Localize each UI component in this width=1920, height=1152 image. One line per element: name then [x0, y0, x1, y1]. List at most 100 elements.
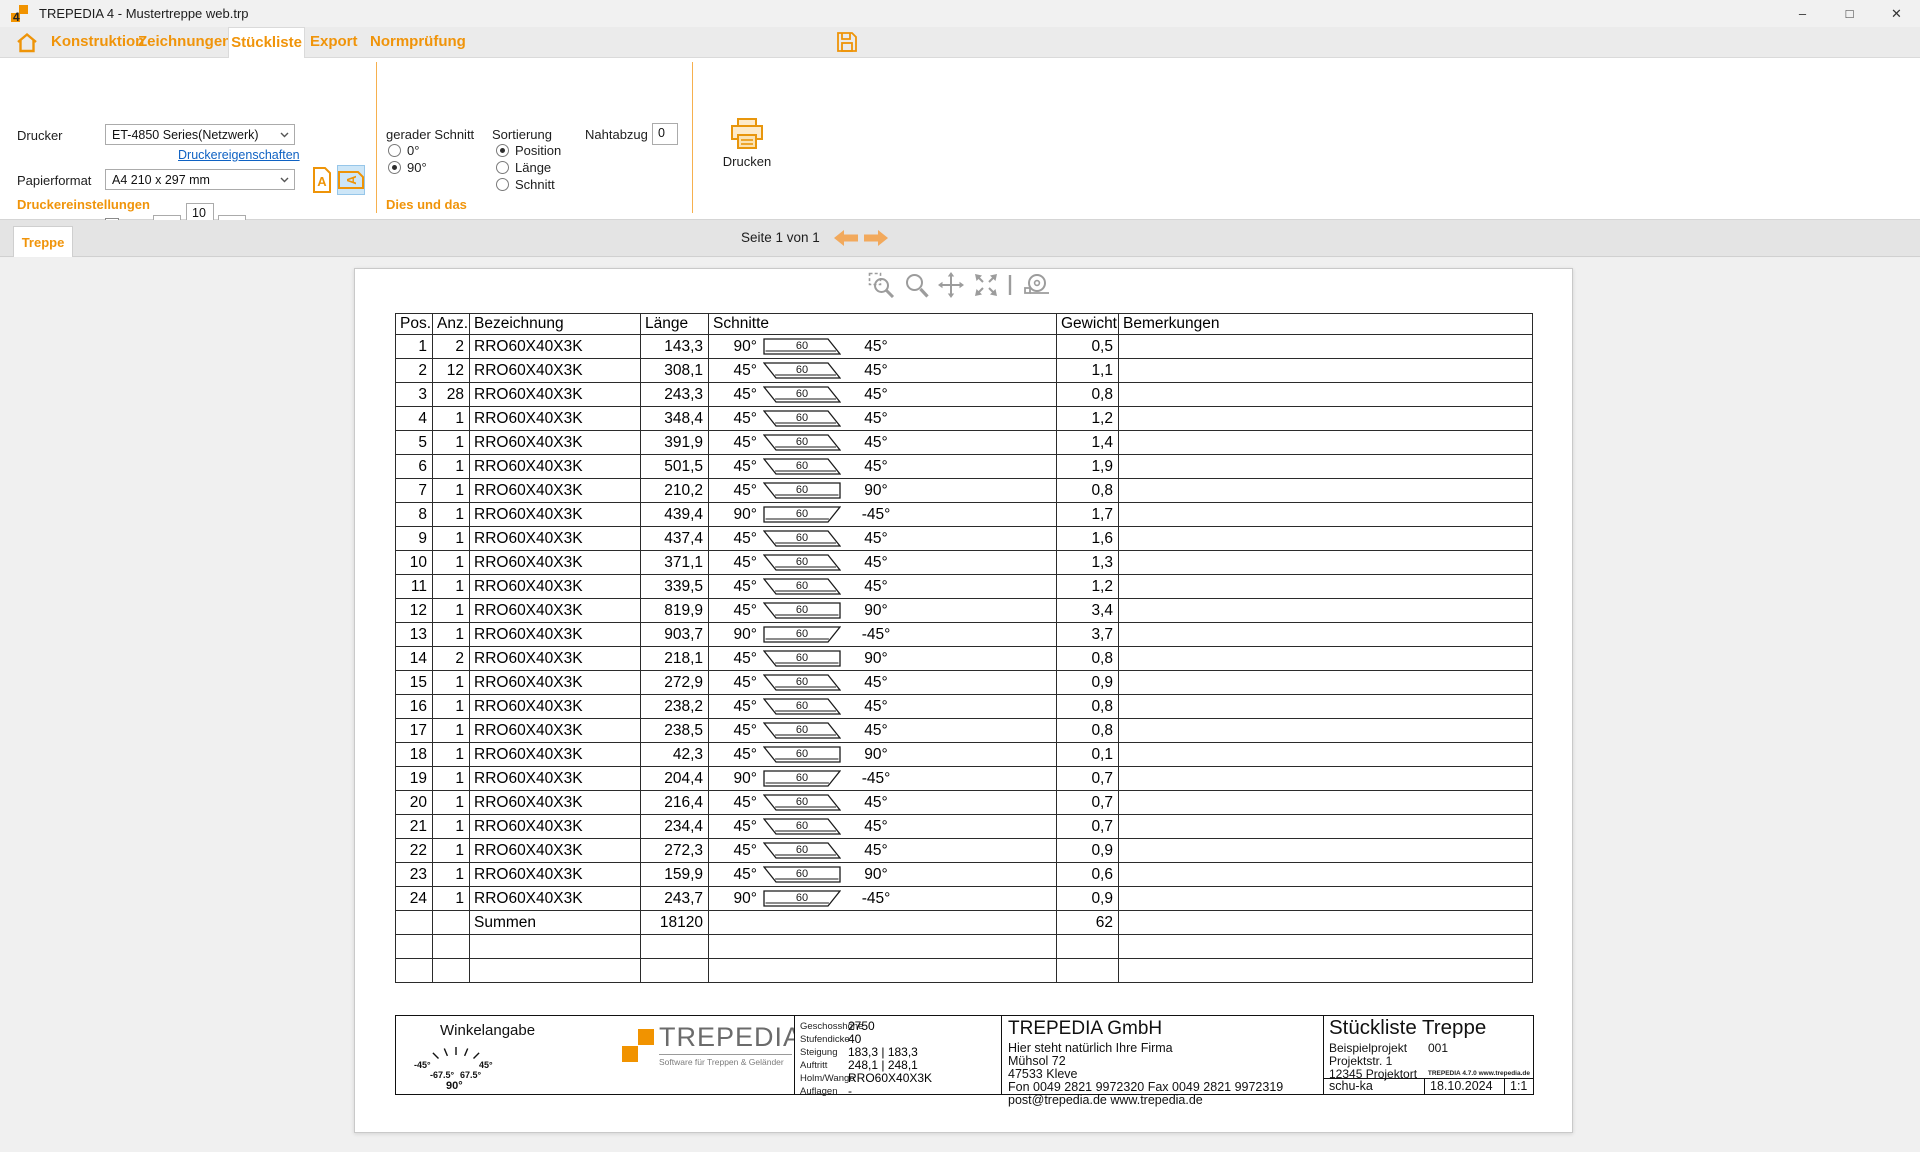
- spec-label: Auflagen: [800, 1086, 838, 1097]
- cell-gewicht: 0,7: [1057, 767, 1119, 791]
- cell-anz: 28: [433, 383, 470, 407]
- close-button[interactable]: ✕: [1873, 0, 1920, 27]
- group-label-druckereinstellungen: Druckereinstellungen: [17, 197, 150, 212]
- cell-bemerkung: [1119, 719, 1533, 743]
- cut-angle-left: 45°: [709, 818, 757, 836]
- radio-laenge[interactable]: Länge: [496, 160, 551, 175]
- cell-bezeichnung: RRO60X40X3K: [470, 791, 641, 815]
- cell-pos: 13: [396, 623, 433, 647]
- save-icon[interactable]: [836, 31, 858, 53]
- menu-item-zeichnungen[interactable]: Zeichnungen: [138, 27, 231, 57]
- nahtabzug-input[interactable]: 0: [652, 123, 678, 145]
- svg-text:60: 60: [796, 508, 808, 520]
- cut-angle-right: 45°: [847, 554, 905, 572]
- cell-anz: 2: [433, 335, 470, 359]
- drawing-footer: Winkelangabe -45° 45° -67.5° 67.5° 90°: [395, 1015, 1534, 1095]
- cut-angle-right: 45°: [847, 410, 905, 428]
- cell-pos: 2: [396, 359, 433, 383]
- cell-schnitte: 45°6045°: [709, 359, 1057, 383]
- cell-bemerkung: [1119, 815, 1533, 839]
- radio-label: Schnitt: [515, 177, 555, 192]
- drucker-select[interactable]: ET-4850 Series(Netzwerk): [105, 124, 295, 145]
- menu-item-export[interactable]: Export: [310, 27, 358, 57]
- cut-profile-shape: 60: [763, 578, 841, 595]
- radio-0-grad[interactable]: 0°: [388, 143, 419, 158]
- drucken-button[interactable]: Drucken: [700, 118, 794, 182]
- cell-pos: 11: [396, 575, 433, 599]
- druckereigenschaften-link[interactable]: Druckereigenschaften: [178, 148, 300, 162]
- radio-position[interactable]: Position: [496, 143, 561, 158]
- project-name: Beispielprojekt: [1329, 1041, 1407, 1055]
- cell-schnitte: 45°6045°: [709, 719, 1057, 743]
- cell-bezeichnung: RRO60X40X3K: [470, 815, 641, 839]
- cut-profile-shape: 60: [763, 890, 841, 907]
- cell-bezeichnung: RRO60X40X3K: [470, 767, 641, 791]
- cell-gewicht: 0,8: [1057, 647, 1119, 671]
- cell-laenge: 348,4: [641, 407, 709, 431]
- pan-icon[interactable]: [938, 272, 964, 298]
- cut-profile-shape: 60: [763, 530, 841, 547]
- angle-label: 90°: [446, 1080, 463, 1092]
- zoom-selection-icon[interactable]: [868, 272, 895, 298]
- measure-tape-icon[interactable]: [1021, 272, 1051, 298]
- table-row: 328RRO60X40X3K243,345°6045°0,8: [396, 383, 1533, 407]
- company-phone: Fon 0049 2821 9972320 Fax 0049 2821 9972…: [1008, 1080, 1283, 1094]
- menu-item-konstruktion[interactable]: Konstruktion: [51, 27, 144, 57]
- cell-bemerkung: [1119, 767, 1533, 791]
- tab-treppe[interactable]: Treppe: [13, 226, 73, 257]
- table-row: 201RRO60X40X3K216,445°6045°0,7: [396, 791, 1533, 815]
- cell-pos: 4: [396, 407, 433, 431]
- cut-angle-right: -45°: [847, 506, 905, 524]
- cell-anz: 1: [433, 767, 470, 791]
- orientation-portrait-icon[interactable]: A: [308, 165, 336, 195]
- sum-gewicht: 62: [1057, 911, 1119, 935]
- cell-pos: 23: [396, 863, 433, 887]
- cell-gewicht: [1057, 935, 1119, 959]
- fit-view-icon[interactable]: [973, 272, 999, 298]
- cell-bezeichnung: RRO60X40X3K: [470, 551, 641, 575]
- papierformat-select[interactable]: A4 210 x 297 mm: [105, 169, 295, 190]
- cell-gewicht: 0,9: [1057, 671, 1119, 695]
- cell-gewicht: 0,6: [1057, 863, 1119, 887]
- cut-angle-left: 45°: [709, 410, 757, 428]
- cut-angle-left: 45°: [709, 458, 757, 476]
- cell-laenge: 437,4: [641, 527, 709, 551]
- cell-laenge: 501,5: [641, 455, 709, 479]
- cell-gewicht: 0,5: [1057, 335, 1119, 359]
- cell-pos: 18: [396, 743, 433, 767]
- svg-text:60: 60: [796, 484, 808, 496]
- cell-bemerkung: [1119, 863, 1533, 887]
- menu-item-stueckliste[interactable]: Stückliste: [228, 27, 305, 58]
- maximize-button[interactable]: □: [1826, 0, 1873, 27]
- cell-laenge: [641, 935, 709, 959]
- home-icon[interactable]: [15, 32, 39, 54]
- cut-angle-left: 90°: [709, 506, 757, 524]
- angle-label: -45°: [414, 1060, 431, 1070]
- next-page-icon[interactable]: [864, 230, 888, 246]
- previous-page-icon[interactable]: [834, 230, 858, 246]
- orientation-landscape-icon[interactable]: A: [337, 165, 365, 195]
- zoom-icon[interactable]: [904, 272, 929, 298]
- menu-item-normpruefung[interactable]: Normprüfung: [370, 27, 466, 57]
- cell-gewicht: 3,4: [1057, 599, 1119, 623]
- cell-pos: 12: [396, 599, 433, 623]
- cut-profile-shape: 60: [763, 650, 841, 667]
- cut-angle-right: 45°: [847, 434, 905, 452]
- document-tabstrip: Treppe Seite 1 von 1: [0, 220, 1920, 257]
- table-row: 71RRO60X40X3K210,245°6090°0,8: [396, 479, 1533, 503]
- radio-schnitt[interactable]: Schnitt: [496, 177, 555, 192]
- cell-bemerkung: [1119, 335, 1533, 359]
- minimize-button[interactable]: –: [1779, 0, 1826, 27]
- cell-pos: 7: [396, 479, 433, 503]
- cell-laenge: 308,1: [641, 359, 709, 383]
- cell-bemerkung: [1119, 887, 1533, 911]
- cell-pos: 9: [396, 527, 433, 551]
- cut-profile-shape: 60: [763, 410, 841, 427]
- cell-bezeichnung: RRO60X40X3K: [470, 839, 641, 863]
- cell-laenge: 339,5: [641, 575, 709, 599]
- cut-profile-shape: 60: [763, 338, 841, 355]
- papierformat-label: Papierformat: [17, 173, 91, 188]
- cell-laenge: 218,1: [641, 647, 709, 671]
- winkelangabe-label: Winkelangabe: [440, 1022, 535, 1039]
- radio-90-grad[interactable]: 90°: [388, 160, 427, 175]
